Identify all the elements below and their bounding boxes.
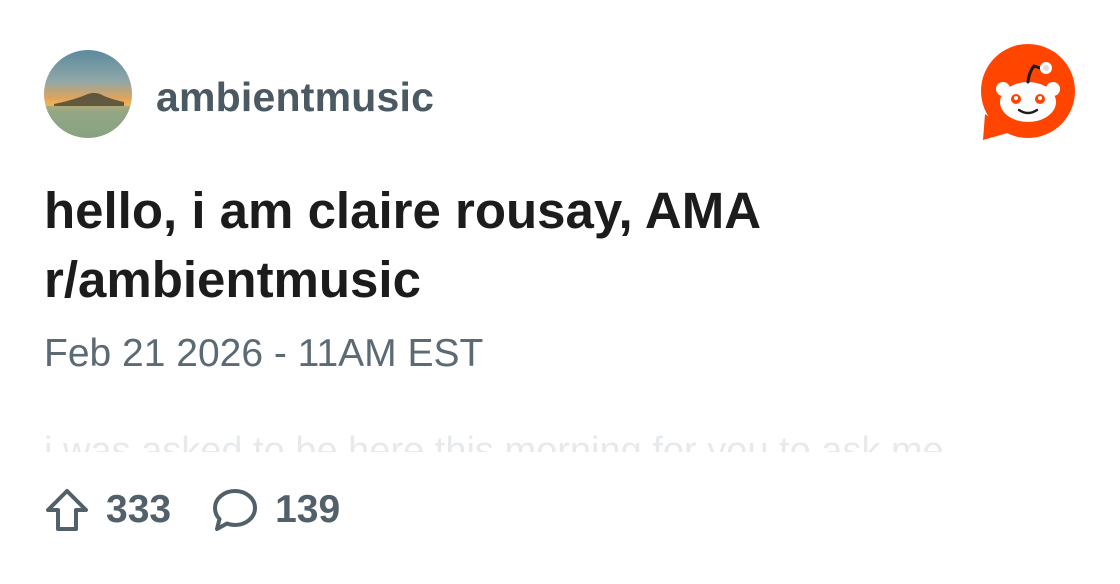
subreddit-name[interactable]: ambientmusic	[156, 74, 434, 121]
post-stats: 333 139	[44, 485, 380, 535]
upvote-arrow-icon	[46, 489, 88, 531]
comment-count: 139	[275, 488, 341, 531]
post-title-line-1: hello, i am claire rousay, AMA	[44, 182, 762, 239]
post-title[interactable]: hello, i am claire rousay, AMA r/ambient…	[44, 176, 944, 314]
upvote-button[interactable]: 333	[44, 487, 171, 533]
upvote-count: 333	[106, 488, 172, 531]
subreddit-avatar[interactable]	[44, 50, 132, 138]
avatar-landscape-image	[44, 50, 132, 138]
reddit-logo-icon	[979, 44, 1077, 142]
comment-bubble-icon	[213, 489, 258, 531]
post-body-preview: i was asked to be here this morning for …	[44, 428, 1054, 452]
comments-button[interactable]: 139	[211, 487, 340, 533]
post-title-line-2: r/ambientmusic	[44, 251, 421, 308]
post-date: Feb 21 2026 - 11AM EST	[44, 332, 484, 375]
post-body-text: i was asked to be here this morning for …	[44, 430, 944, 452]
